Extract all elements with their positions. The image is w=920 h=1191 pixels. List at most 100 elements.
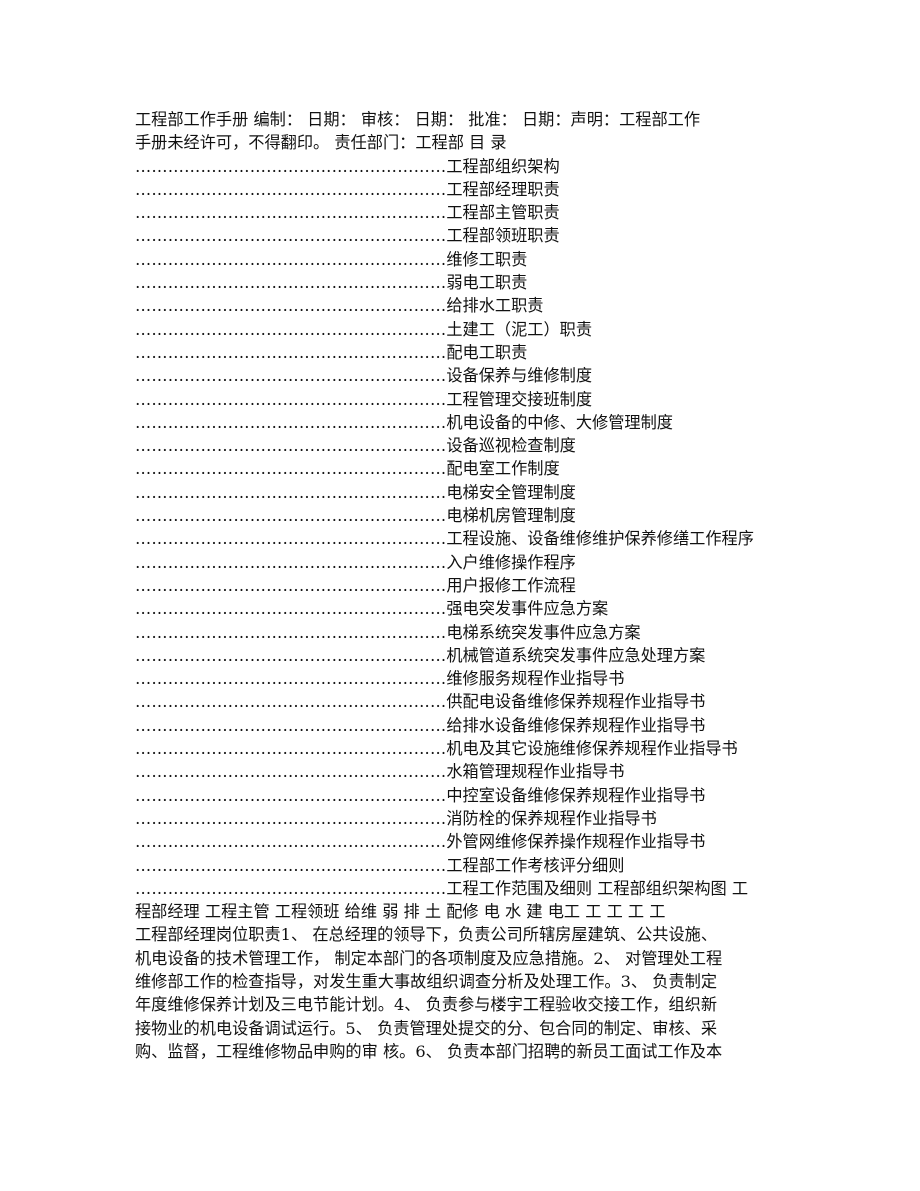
toc-leader-dots: ………………………………………………… [135, 692, 447, 712]
toc-entry[interactable]: …………………………………………………设备巡视检查制度 [135, 434, 795, 457]
toc-entry[interactable]: …………………………………………………工程工作范围及细则 工程部组织架构图 工 [135, 877, 795, 900]
toc-entry[interactable]: …………………………………………………消防栓的保养规程作业指导书 [135, 807, 795, 830]
document-page: 工程部工作手册 编制： 日期： 审核： 日期： 批准： 日期：声明：工程部工作 … [135, 108, 795, 1063]
toc-entry-title: 消防栓的保养规程作业指导书 [446, 808, 657, 828]
toc-entry[interactable]: …………………………………………………入户维修操作程序 [135, 551, 795, 574]
toc-leader-dots: ………………………………………………… [135, 319, 447, 339]
toc-entry-title: 电梯安全管理制度 [446, 482, 576, 502]
toc-leader-dots: ………………………………………………… [135, 599, 447, 619]
toc-entry-title: 工程部经理职责 [446, 179, 560, 199]
toc-leader-dots: ………………………………………………… [135, 645, 447, 665]
toc-entry[interactable]: …………………………………………………工程部组织架构 [135, 155, 795, 178]
toc-entry[interactable]: …………………………………………………水箱管理规程作业指导书 [135, 760, 795, 783]
toc-entry[interactable]: …………………………………………………工程管理交接班制度 [135, 388, 795, 411]
toc-leader-dots: ………………………………………………… [135, 389, 447, 409]
toc-leader-dots: ………………………………………………… [135, 273, 447, 293]
toc-leader-dots: ………………………………………………… [135, 832, 447, 852]
toc-entry[interactable]: …………………………………………………电梯机房管理制度 [135, 504, 795, 527]
toc-entry[interactable]: …………………………………………………机电及其它设施维修保养规程作业指导书 [135, 737, 795, 760]
toc-entry[interactable]: …………………………………………………工程部领班职责 [135, 224, 795, 247]
toc-leader-dots: ………………………………………………… [135, 552, 447, 572]
toc-entry-title: 水箱管理规程作业指导书 [446, 762, 625, 782]
toc-entry-title: 给排水设备维修保养规程作业指导书 [446, 715, 706, 735]
toc-leader-dots: ………………………………………………… [135, 529, 447, 549]
toc-entry[interactable]: …………………………………………………给排水设备维修保养规程作业指导书 [135, 714, 795, 737]
toc-entry[interactable]: …………………………………………………工程部主管职责 [135, 201, 795, 224]
toc-entry-title: 弱电工职责 [446, 273, 528, 293]
toc-leader-dots: ………………………………………………… [135, 506, 447, 526]
body-line: 维修部工作的检查指导，对发生重大事故组织调查分析及处理工作。3、 负责制定 [135, 971, 718, 991]
toc-entry[interactable]: …………………………………………………设备保养与维修制度 [135, 364, 795, 387]
toc-entry-title: 电梯机房管理制度 [446, 506, 576, 526]
toc-entry[interactable]: …………………………………………………工程部工作考核评分细则 [135, 854, 795, 877]
toc-entry-title: 给排水工职责 [446, 296, 544, 316]
toc-entry-title: 工程管理交接班制度 [446, 389, 593, 409]
toc-entry[interactable]: …………………………………………………工程部经理职责 [135, 178, 795, 201]
body-line: 程部经理 工程主管 工程领班 给维 弱 排 土 配修 电 水 建 电工 工 工 … [135, 902, 666, 922]
toc-leader-dots: ………………………………………………… [135, 622, 447, 642]
toc-leader-dots: ………………………………………………… [135, 855, 447, 875]
toc-entry[interactable]: …………………………………………………供配电设备维修保养规程作业指导书 [135, 690, 795, 713]
toc-leader-dots: ………………………………………………… [135, 203, 447, 223]
toc-entry[interactable]: …………………………………………………配电工职责 [135, 341, 795, 364]
table-of-contents: …………………………………………………工程部组织架构……………………………………… [135, 155, 795, 901]
toc-entry-title: 中控室设备维修保养规程作业指导书 [446, 785, 706, 805]
toc-entry-title: 供配电设备维修保养规程作业指导书 [446, 692, 706, 712]
toc-leader-dots: ………………………………………………… [135, 715, 447, 735]
body-line: 年度维修保养计划及三电节能计划。4、 负责参与楼宇工程验收交接工作，组织新 [135, 995, 718, 1015]
toc-leader-dots: ………………………………………………… [135, 249, 447, 269]
toc-leader-dots: ………………………………………………… [135, 785, 447, 805]
toc-leader-dots: ………………………………………………… [135, 366, 447, 386]
toc-entry-title: 工程工作范围及细则 工程部组织架构图 工 [446, 878, 749, 898]
toc-entry[interactable]: …………………………………………………工程设施、设备维修维护保养修缮工作程序 [135, 527, 795, 550]
toc-leader-dots: ………………………………………………… [135, 412, 447, 432]
toc-entry-title: 维修工职责 [446, 249, 528, 269]
toc-entry-title: 工程设施、设备维修维护保养修缮工作程序 [446, 529, 754, 549]
toc-entry[interactable]: …………………………………………………维修工职责 [135, 248, 795, 271]
toc-entry[interactable]: …………………………………………………给排水工职责 [135, 294, 795, 317]
toc-entry[interactable]: …………………………………………………机电设备的中修、大修管理制度 [135, 411, 795, 434]
toc-leader-dots: ………………………………………………… [135, 739, 447, 759]
toc-entry[interactable]: …………………………………………………外管网维修保养操作规程作业指导书 [135, 830, 795, 853]
toc-leader-dots: ………………………………………………… [135, 575, 447, 595]
toc-entry[interactable]: …………………………………………………用户报修工作流程 [135, 574, 795, 597]
toc-entry-title: 机电及其它设施维修保养规程作业指导书 [446, 739, 738, 759]
toc-entry-title: 入户维修操作程序 [446, 552, 576, 572]
toc-leader-dots: ………………………………………………… [135, 459, 447, 479]
body-text: 程部经理 工程主管 工程领班 给维 弱 排 土 配修 电 水 建 电工 工 工 … [135, 900, 795, 1063]
toc-entry[interactable]: …………………………………………………中控室设备维修保养规程作业指导书 [135, 784, 795, 807]
toc-entry[interactable]: …………………………………………………电梯安全管理制度 [135, 481, 795, 504]
toc-entry-title: 工程部领班职责 [446, 226, 560, 246]
toc-entry-title: 配电工职责 [446, 342, 528, 362]
toc-entry-title: 用户报修工作流程 [446, 575, 576, 595]
toc-leader-dots: ………………………………………………… [135, 156, 447, 176]
toc-entry-title: 外管网维修保养操作规程作业指导书 [446, 832, 706, 852]
toc-leader-dots: ………………………………………………… [135, 436, 447, 456]
toc-entry-title: 工程部主管职责 [446, 203, 560, 223]
body-line: 工程部经理岗位职责1、 在总经理的领导下，负责公司所辖房屋建筑、公共设施、 [135, 925, 718, 945]
body-line: 机电设备的技术管理工作， 制定本部门的各项制度及应急措施。2、 对管理处工程 [135, 948, 723, 968]
body-line: 购、监督，工程维修物品申购的审 核。6、 负责本部门招聘的新员工面试工作及本 [135, 1041, 723, 1061]
toc-entry[interactable]: …………………………………………………机械管道系统突发事件应急处理方案 [135, 644, 795, 667]
toc-leader-dots: ………………………………………………… [135, 669, 447, 689]
toc-entry[interactable]: …………………………………………………配电室工作制度 [135, 457, 795, 480]
toc-entry[interactable]: …………………………………………………维修服务规程作业指导书 [135, 667, 795, 690]
toc-leader-dots: ………………………………………………… [135, 482, 447, 502]
header-line-1: 工程部工作手册 编制： 日期： 审核： 日期： 批准： 日期：声明：工程部工作 [135, 110, 701, 129]
toc-entry-title: 设备巡视检查制度 [446, 436, 576, 456]
toc-entry[interactable]: …………………………………………………弱电工职责 [135, 271, 795, 294]
toc-entry-title: 设备保养与维修制度 [446, 366, 593, 386]
toc-leader-dots: ………………………………………………… [135, 808, 447, 828]
toc-leader-dots: ………………………………………………… [135, 179, 447, 199]
toc-leader-dots: ………………………………………………… [135, 762, 447, 782]
header-line-2: 手册未经许可，不得翻印。 责任部门：工程部 目 录 [135, 133, 507, 153]
toc-leader-dots: ………………………………………………… [135, 342, 447, 362]
toc-entry-title: 维修服务规程作业指导书 [446, 669, 625, 689]
toc-entry-title: 电梯系统突发事件应急方案 [446, 622, 641, 642]
toc-entry[interactable]: …………………………………………………土建工（泥工）职责 [135, 318, 795, 341]
toc-entry-title: 机电设备的中修、大修管理制度 [446, 412, 673, 432]
toc-entry[interactable]: …………………………………………………强电突发事件应急方案 [135, 597, 795, 620]
toc-entry-title: 工程部工作考核评分细则 [446, 855, 625, 875]
toc-entry[interactable]: …………………………………………………电梯系统突发事件应急方案 [135, 621, 795, 644]
toc-leader-dots: ………………………………………………… [135, 296, 447, 316]
